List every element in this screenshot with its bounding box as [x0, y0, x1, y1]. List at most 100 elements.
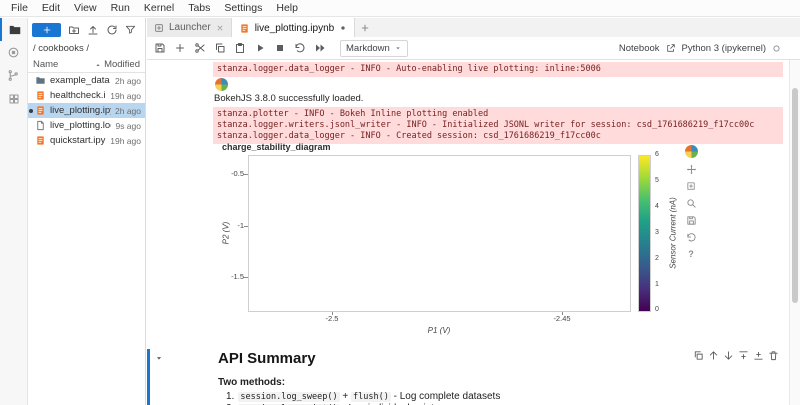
file-row[interactable]: quickstart.ipynb 19h ago — [28, 133, 145, 148]
y-tick-label: -1.5 — [216, 272, 244, 281]
notebook-content: stanza.logger.data_logger - INFO - Auto-… — [147, 60, 789, 405]
log-line: stanza.plotter - INFO - Bokeh Inline plo… — [217, 109, 779, 120]
add-cell-button[interactable] — [174, 42, 186, 54]
folder-icon — [35, 75, 46, 86]
wheel-zoom-tool-icon[interactable] — [686, 198, 697, 209]
notebook-icon — [35, 135, 46, 146]
column-modified[interactable]: Modified — [104, 59, 140, 70]
save-tool-icon[interactable] — [686, 215, 697, 226]
restart-run-all-button[interactable] — [314, 42, 326, 54]
reset-tool-icon[interactable] — [686, 232, 697, 243]
log-line: stanza.logger.data_logger - INFO - Auto-… — [217, 64, 779, 75]
scrollbar[interactable] — [789, 60, 800, 405]
x-tick-label: -2.5 — [314, 314, 350, 323]
file-row[interactable]: example_data 2h ago — [28, 73, 145, 88]
cell-collapser[interactable] — [154, 353, 164, 363]
paste-cell-button[interactable] — [234, 42, 246, 54]
restart-kernel-button[interactable] — [294, 42, 306, 54]
file-row[interactable]: live_plotting.log 9s ago — [28, 118, 145, 133]
scrollbar-thumb[interactable] — [792, 88, 798, 303]
file-row-selected[interactable]: live_plotting.ipynb 2h ago — [28, 103, 145, 118]
copy-cell-button[interactable] — [214, 42, 226, 54]
menu-help[interactable]: Help — [269, 2, 305, 14]
new-launcher-button[interactable] — [32, 23, 61, 37]
inline-code: session.log_sweep() — [238, 392, 339, 402]
tab-launcher[interactable]: Launcher — [147, 18, 232, 37]
y-tick-mark — [244, 174, 248, 175]
duplicate-cell-icon[interactable] — [693, 350, 704, 361]
save-button[interactable] — [154, 42, 166, 54]
menu-file[interactable]: File — [4, 2, 35, 14]
running-kernels-icon — [7, 46, 20, 59]
file-modified: 2h ago — [115, 106, 141, 116]
new-folder-icon — [68, 24, 80, 36]
help-tool-icon[interactable]: ? — [688, 249, 694, 259]
breadcrumb[interactable]: / cookbooks / — [28, 41, 145, 58]
file-modified: 19h ago — [110, 91, 141, 101]
plus-icon — [42, 25, 52, 35]
filter-button[interactable] — [125, 24, 136, 35]
y-tick-label: -0.5 — [216, 169, 244, 178]
unsaved-dot-icon[interactable] — [339, 24, 347, 32]
menu-tabs[interactable]: Tabs — [181, 2, 217, 14]
close-icon[interactable] — [216, 24, 224, 32]
refresh-button[interactable] — [106, 24, 118, 36]
file-row[interactable]: healthcheck.ipynb 19h ago — [28, 88, 145, 103]
launcher-icon — [154, 23, 164, 33]
tab-notebook[interactable]: live_plotting.ipynb — [232, 18, 356, 38]
list-number: 1. — [226, 391, 234, 402]
upload-icon — [87, 24, 99, 36]
file-name: live_plotting.ipynb — [50, 105, 111, 116]
upload-button[interactable] — [87, 24, 99, 36]
interrupt-kernel-button[interactable] — [274, 42, 286, 54]
move-cell-up-icon[interactable] — [708, 350, 719, 361]
open-file-dot-icon — [29, 109, 33, 113]
notebook-toolbar: Markdown Notebook Python 3 (ipykernel) — [147, 37, 800, 60]
filter-icon — [125, 24, 136, 35]
files-tab[interactable] — [0, 18, 27, 41]
new-folder-button[interactable] — [68, 24, 80, 36]
y-tick-mark — [244, 277, 248, 278]
bokeh-logo-icon[interactable] — [685, 145, 698, 158]
run-cell-button[interactable] — [254, 42, 266, 54]
move-cell-down-icon[interactable] — [723, 350, 734, 361]
x-tick-label: -2.45 — [544, 314, 580, 323]
folder-icon — [8, 23, 22, 37]
log-line: stanza.logger.data_logger - INFO - Creat… — [217, 131, 779, 142]
heatmap-canvas[interactable] — [248, 155, 631, 312]
file-name: quickstart.ipynb — [50, 135, 106, 146]
cell-type-value: Markdown — [346, 43, 390, 54]
toolbar-right: Notebook Python 3 (ipykernel) — [619, 43, 793, 54]
notebook-icon — [35, 105, 46, 116]
menu-run[interactable]: Run — [104, 2, 137, 14]
delete-cell-icon[interactable] — [768, 350, 779, 361]
new-tab-button[interactable] — [355, 18, 375, 37]
column-name[interactable]: Name — [33, 59, 92, 70]
colorbar-tick: 6 — [655, 151, 659, 158]
menu-edit[interactable]: Edit — [35, 2, 67, 14]
cut-cell-button[interactable] — [194, 42, 206, 54]
extensions-tab[interactable] — [0, 87, 27, 110]
menu-view[interactable]: View — [67, 2, 104, 14]
insert-cell-below-icon[interactable] — [753, 350, 764, 361]
colorbar-tick: 4 — [655, 203, 659, 210]
menu-settings[interactable]: Settings — [217, 2, 269, 14]
cell-type-dropdown[interactable]: Markdown — [340, 40, 408, 57]
list-text: - Log complete datasets — [391, 391, 501, 402]
file-name: live_plotting.log — [50, 120, 111, 131]
menu-kernel[interactable]: Kernel — [137, 2, 181, 14]
insert-cell-above-icon[interactable] — [738, 350, 749, 361]
pan-tool-icon[interactable] — [686, 164, 697, 175]
cell-toolbar — [693, 350, 779, 361]
box-zoom-tool-icon[interactable] — [686, 181, 697, 192]
git-tab[interactable] — [0, 64, 27, 87]
inline-code: flush() — [351, 392, 391, 402]
bokeh-loaded-message: BokehJS 3.8.0 successfully loaded. — [214, 93, 363, 104]
external-link-icon[interactable] — [666, 43, 676, 53]
colorbar-tick: 2 — [655, 255, 659, 262]
kernel-status-icon — [772, 44, 781, 53]
menubar: File Edit View Run Kernel Tabs Settings … — [0, 0, 800, 17]
running-tab[interactable] — [0, 41, 27, 64]
list-item: 1.session.log_sweep() + flush() - Log co… — [226, 391, 500, 402]
kernel-name[interactable]: Python 3 (ipykernel) — [682, 43, 766, 54]
